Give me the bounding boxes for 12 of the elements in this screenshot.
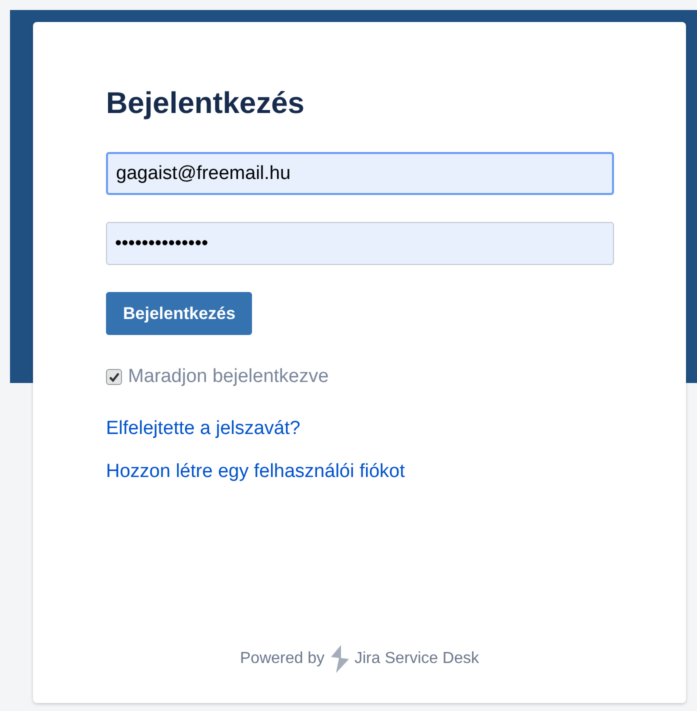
checkmark-icon — [108, 371, 120, 384]
account-link[interactable]: Elfelejtette a jelszavát? — [106, 416, 300, 440]
lightning-logo-icon — [328, 645, 350, 673]
email-field[interactable]: gagaist@freemail.hu — [106, 152, 614, 195]
powered-by-text: Powered by — [240, 649, 324, 669]
product-name: Jira Service Desk — [354, 649, 479, 669]
remember-checkbox[interactable] — [106, 369, 122, 386]
login-button[interactable]: Bejelentkezés — [106, 292, 252, 335]
account-link[interactable]: Hozzon létre egy felhasználói fiókot — [106, 458, 405, 484]
remember-label: Maradjon bejelentkezve — [128, 365, 329, 389]
password-field[interactable]: •••••••••••••• — [106, 222, 614, 265]
login-title: Bejelentkezés — [106, 86, 304, 122]
